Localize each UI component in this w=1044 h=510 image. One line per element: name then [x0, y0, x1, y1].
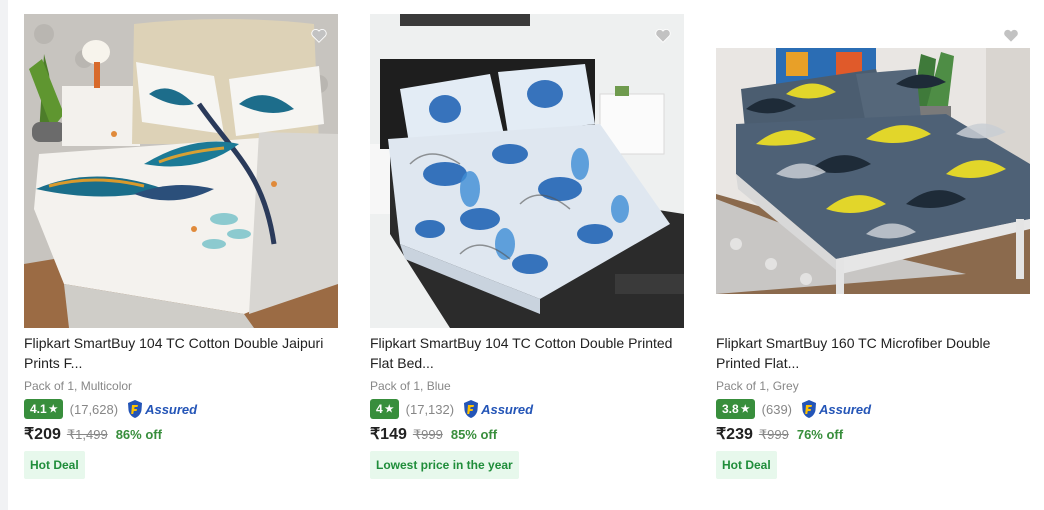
discount-percent: 86% off	[115, 427, 162, 442]
star-icon: ★	[384, 403, 394, 415]
rating-badge: 4.1 ★	[24, 399, 63, 419]
product-card[interactable]: Flipkart SmartBuy 104 TC Cotton Double J…	[24, 0, 354, 510]
product-title[interactable]: Flipkart SmartBuy 104 TC Cotton Double J…	[24, 333, 342, 373]
original-price: ₹999	[758, 427, 789, 442]
rating-count: (17,132)	[405, 401, 455, 417]
page-left-edge	[0, 0, 8, 510]
price-row: ₹209 ₹1,499 86% off	[24, 424, 162, 444]
deal-badge: Lowest price in the year	[370, 451, 519, 479]
assured-label: Assured	[481, 401, 534, 417]
product-image[interactable]	[24, 14, 338, 328]
selling-price: ₹149	[370, 426, 407, 443]
product-title[interactable]: Flipkart SmartBuy 104 TC Cotton Double P…	[370, 333, 688, 373]
rating-row: 4.1 ★ (17,628) Assured	[24, 399, 197, 419]
product-image[interactable]	[716, 14, 1030, 328]
product-title-line1[interactable]: Flipkart SmartBuy 160 TC Microfiber Doub…	[716, 333, 1034, 353]
assured-badge: Assured	[800, 399, 871, 419]
price-row: ₹149 ₹999 85% off	[370, 424, 497, 444]
rating-value: 3.8	[722, 402, 739, 416]
product-title-line2[interactable]: Printed Flat...	[716, 353, 1034, 373]
rating-count: (17,628)	[69, 401, 119, 417]
star-icon: ★	[740, 403, 750, 415]
rating-badge: 4 ★	[370, 399, 399, 419]
deal-badge: Hot Deal	[716, 451, 777, 479]
rating-row: 3.8 ★ (639) Assured	[716, 399, 871, 419]
product-card[interactable]: Flipkart SmartBuy 104 TC Cotton Double P…	[370, 0, 700, 510]
assured-shield-icon	[802, 400, 817, 418]
selling-price: ₹209	[24, 426, 61, 443]
assured-badge: Assured	[462, 399, 533, 419]
selling-price: ₹239	[716, 426, 753, 443]
price-row: ₹239 ₹999 76% off	[716, 424, 843, 444]
product-card[interactable]: Flipkart SmartBuy 160 TC Microfiber Doub…	[716, 0, 1044, 510]
original-price: ₹1,499	[66, 427, 108, 442]
product-variant: Pack of 1, Blue	[370, 379, 451, 393]
heart-icon[interactable]	[654, 27, 672, 45]
original-price: ₹999	[412, 427, 443, 442]
heart-icon[interactable]	[310, 27, 328, 45]
assured-badge: Assured	[126, 399, 197, 419]
product-variant: Pack of 1, Grey	[716, 379, 799, 393]
rating-badge: 3.8 ★	[716, 399, 755, 419]
product-title-line2[interactable]: Flat Bed...	[370, 353, 688, 373]
rating-value: 4	[376, 402, 383, 416]
discount-percent: 85% off	[450, 427, 498, 442]
rating-row: 4 ★ (17,132) Assured	[370, 399, 533, 419]
deal-badge: Hot Deal	[24, 451, 85, 479]
assured-shield-icon	[128, 400, 143, 418]
assured-label: Assured	[819, 401, 872, 417]
rating-value: 4.1	[30, 402, 47, 416]
product-title-line2[interactable]: Prints F...	[24, 353, 342, 373]
star-icon: ★	[48, 403, 58, 415]
product-title-line1[interactable]: Flipkart SmartBuy 104 TC Cotton Double P…	[370, 333, 688, 353]
product-title-line1[interactable]: Flipkart SmartBuy 104 TC Cotton Double J…	[24, 333, 342, 353]
assured-shield-icon	[464, 400, 479, 418]
product-image[interactable]	[370, 14, 684, 328]
heart-icon[interactable]	[1002, 27, 1020, 45]
assured-label: Assured	[145, 401, 198, 417]
rating-count: (639)	[761, 401, 793, 417]
product-title[interactable]: Flipkart SmartBuy 160 TC Microfiber Doub…	[716, 333, 1034, 373]
discount-percent: 76% off	[796, 427, 844, 442]
product-variant: Pack of 1, Multicolor	[24, 379, 133, 393]
